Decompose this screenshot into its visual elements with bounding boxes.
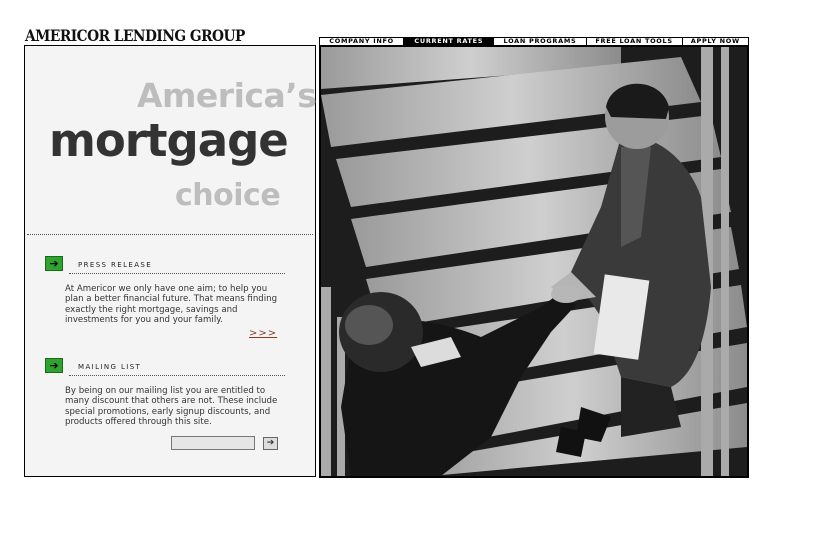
tagline-line1: America’s (137, 76, 317, 115)
handshake-photo (321, 47, 747, 476)
mailing-list-text: By being on our mailing list you are ent… (65, 386, 278, 428)
nav-current-rates[interactable]: CURRENT RATES (404, 38, 495, 45)
arrow-right-icon[interactable]: ➔ (45, 358, 63, 373)
arrow-right-icon[interactable]: ➔ (45, 256, 63, 271)
press-release-text: At Americor we only have one aim; to hel… (65, 284, 278, 326)
tagline-line3: choice (175, 178, 281, 213)
email-field[interactable] (171, 436, 255, 450)
press-release-title: PRESS RELEASE (78, 261, 153, 269)
left-panel: America’s mortgage choice ➔ PRESS RELEAS… (24, 45, 317, 477)
nav-free-loan-tools[interactable]: FREE LOAN TOOLS (586, 38, 683, 45)
nav-loan-programs[interactable]: LOAN PROGRAMS (494, 38, 587, 45)
nav-company-info[interactable]: COMPANY INFO (320, 38, 405, 45)
hero-photo (319, 45, 749, 478)
tagline-line2: mortgage (49, 114, 289, 167)
section-divider (69, 273, 285, 274)
section-divider (69, 375, 285, 376)
submit-arrow-icon[interactable]: ➔ (263, 437, 278, 450)
hero-divider (27, 234, 313, 235)
mailing-list-title: MAILING LIST (78, 363, 142, 371)
press-release-more-link[interactable]: >>> (249, 328, 277, 339)
nav-apply-now[interactable]: APPLY NOW (682, 38, 749, 45)
site-logo[interactable]: AMERICOR LENDING GROUP (25, 26, 245, 45)
hero-tagline: America’s mortgage choice (25, 46, 317, 234)
